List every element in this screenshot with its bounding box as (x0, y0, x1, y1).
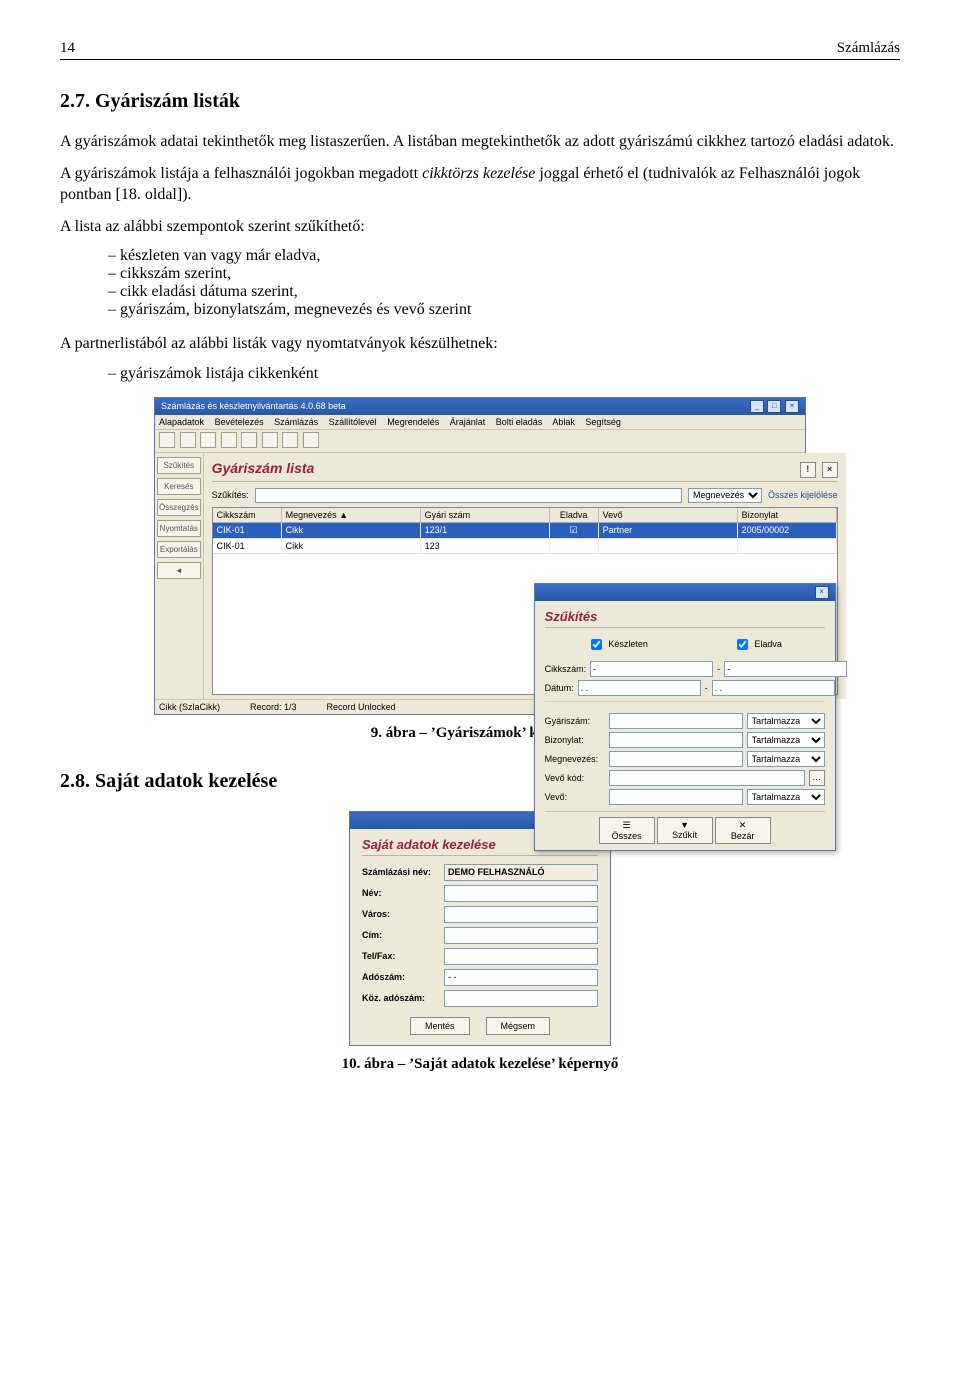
filter-combo[interactable]: Megnevezés (688, 488, 762, 503)
menu-item[interactable]: Bevételezés (215, 417, 264, 427)
gyariszam-mode[interactable]: Tartalmazza (747, 713, 825, 729)
megsem-button[interactable]: Mégsem (486, 1017, 551, 1035)
page-number: 14 (60, 40, 75, 57)
panel-exportalas[interactable]: Exportálás (157, 541, 201, 558)
szamlazasi-nev-field: DEMO FELHASZNÁLÓ (444, 864, 598, 881)
mentes-button[interactable]: Mentés (410, 1017, 470, 1035)
szukit-button[interactable]: ▼Szűkít (657, 817, 713, 844)
kozadoszam-field[interactable] (444, 990, 598, 1007)
page-header: 14 Számlázás (60, 40, 900, 60)
section-2-7-list1: készleten van vagy már eladva, cikkszám … (60, 247, 900, 319)
filter-row: Szűkítés: Megnevezés Összes kijelölése (212, 488, 838, 503)
vevokod-lookup-icon[interactable]: … (809, 770, 825, 786)
popup-titlebar: × (535, 584, 835, 601)
app-titlebar: Számlázás és készletnyilvántartás 4.0.68… (155, 398, 805, 415)
select-all-link[interactable]: Összes kijelölése (768, 490, 838, 500)
toolbar-button[interactable] (282, 432, 298, 448)
menu-item[interactable]: Árajánlat (450, 417, 486, 427)
nev-field[interactable] (444, 885, 598, 902)
toolbar (155, 430, 805, 453)
filter-label: Szűkítés: (212, 490, 249, 500)
chk-eladva[interactable]: Eladva (733, 636, 782, 653)
app-title: Számlázás és készletnyilvántartás 4.0.68… (161, 401, 346, 411)
status-lock: Record Unlocked (327, 702, 396, 712)
row-cikkszam: Cikkszám: - (545, 661, 825, 677)
maximize-icon[interactable]: □ (767, 400, 781, 413)
close-icon[interactable]: × (785, 400, 799, 413)
varos-field[interactable] (444, 906, 598, 923)
figure-9: Számlázás és készletnyilvántartás 4.0.68… (60, 397, 900, 715)
menu-item[interactable]: Segítség (585, 417, 621, 427)
menu-item[interactable]: Alapadatok (159, 417, 204, 427)
megnevezes-input[interactable] (609, 751, 743, 767)
popup-title: Szűkítés (545, 609, 825, 628)
menubar: Alapadatok Bevételezés Számlázás Szállít… (155, 415, 805, 430)
vevokod-input[interactable] (609, 770, 805, 786)
bezar-button[interactable]: ✕Bezár (715, 817, 771, 844)
menu-item[interactable]: Bolti eladás (496, 417, 543, 427)
panel-nav-prev[interactable]: ◄ (157, 562, 201, 579)
datum-to[interactable] (712, 680, 835, 696)
panel-osszegzes[interactable]: Összegzés (157, 499, 201, 516)
cikkszam-from[interactable] (590, 661, 713, 677)
megnevezes-mode[interactable]: Tartalmazza (747, 751, 825, 767)
pane-help-icon[interactable]: ! (800, 462, 816, 478)
toolbar-button[interactable] (221, 432, 237, 448)
toolbar-button[interactable] (241, 432, 257, 448)
left-panel: Szűkítés Keresés Összegzés Nyomtatás Exp… (155, 453, 204, 699)
filter-input[interactable] (255, 488, 682, 503)
section-2-7-list2: gyáriszámok listája cikkenként (60, 365, 900, 383)
table-row[interactable]: CIK-01 Cikk 123 (213, 539, 837, 554)
panel-nyomtatas[interactable]: Nyomtatás (157, 520, 201, 537)
vevo-mode[interactable]: Tartalmazza (747, 789, 825, 805)
cim-field[interactable] (444, 927, 598, 944)
popup-close-icon[interactable]: × (815, 586, 829, 599)
szukites-popup: × Szűkítés Készleten Eladva Cikkszám: - (534, 583, 836, 851)
section-2-7-p2: A gyáriszámok listája a felhasználói jog… (60, 163, 900, 206)
vevo-input[interactable] (609, 789, 743, 805)
section-2-7-heading: 2.7. Gyáriszám listák (60, 90, 900, 113)
running-title: Számlázás (837, 40, 900, 57)
section-2-7-p3: A lista az alábbi szempontok szerint szű… (60, 216, 900, 238)
row-datum: Dátum: - (545, 680, 825, 696)
bizonylat-input[interactable] (609, 732, 743, 748)
table-row[interactable]: CIK-01 Cikk 123/1 ☑ Partner 2005/00002 (213, 523, 837, 539)
figure-10-caption: 10. ábra – ’Saját adatok kezelése’ képer… (60, 1056, 900, 1073)
telfax-field[interactable] (444, 948, 598, 965)
window-buttons: _ □ × (749, 400, 799, 413)
panel-szukites[interactable]: Szűkítés (157, 457, 201, 474)
pane-close-icon[interactable]: × (822, 462, 838, 478)
status-record: Record: 1/3 (250, 702, 297, 712)
toolbar-button[interactable] (262, 432, 278, 448)
datum-from[interactable] (578, 680, 701, 696)
toolbar-button[interactable] (180, 432, 196, 448)
toolbar-button[interactable] (159, 432, 175, 448)
adoszam-field[interactable] (444, 969, 598, 986)
status-left: Cikk (SzlaCikk) (159, 702, 220, 712)
section-2-7-p1: A gyáriszámok adatai tekinthetők meg lis… (60, 131, 900, 153)
gyariszam-input[interactable] (609, 713, 743, 729)
pane-title: Gyáriszám lista ! × (212, 459, 838, 482)
cikkszam-to[interactable] (724, 661, 847, 677)
menu-item[interactable]: Szállítólevél (329, 417, 377, 427)
section-2-7-p4: A partnerlistából az alábbi listák vagy … (60, 333, 900, 355)
toolbar-button[interactable] (200, 432, 216, 448)
chk-keszleten[interactable]: Készleten (587, 636, 648, 653)
grid-header: Cikkszám Megnevezés ▲ Gyári szám Eladva … (213, 508, 837, 523)
toolbar-button[interactable] (303, 432, 319, 448)
menu-item[interactable]: Számlázás (274, 417, 318, 427)
menu-item[interactable]: Megrendelés (387, 417, 439, 427)
osszes-button[interactable]: ☰Összes (599, 817, 655, 844)
menu-item[interactable]: Ablak (552, 417, 575, 427)
minimize-icon[interactable]: _ (750, 400, 764, 413)
bizonylat-mode[interactable]: Tartalmazza (747, 732, 825, 748)
panel-kereses[interactable]: Keresés (157, 478, 201, 495)
